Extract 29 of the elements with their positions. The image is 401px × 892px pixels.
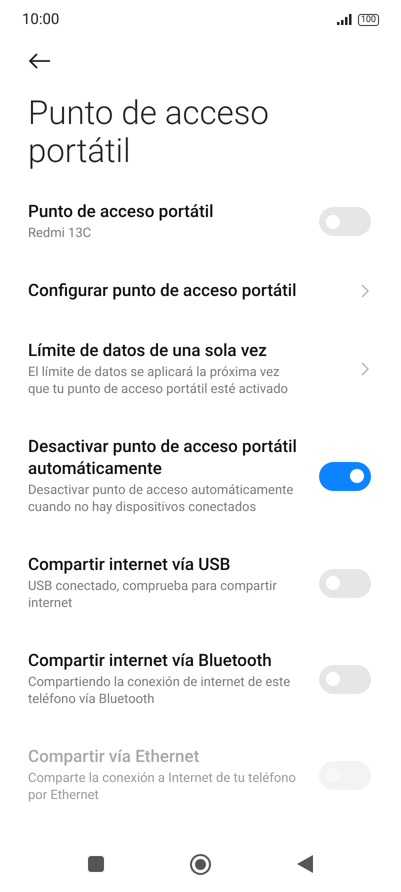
chevron-right-icon[interactable]: [361, 362, 369, 376]
triangle-left-icon: [297, 855, 313, 873]
back-button[interactable]: [28, 52, 52, 70]
toggle-switch[interactable]: [319, 207, 371, 236]
home-button[interactable]: [190, 854, 211, 874]
setting-description: Comparte la conexión a Internet de tu teléfono por Ethernet: [28, 770, 297, 804]
setting-description: Redmi 13C: [28, 225, 92, 242]
signal-icon: [336, 14, 354, 25]
status-time: 10:00: [22, 9, 60, 30]
setting-title: Límite de datos de una sola vez: [28, 340, 268, 362]
setting-title: Configurar punto de acceso portátil: [28, 280, 298, 302]
setting-description: Desactivar punto de acceso automáticamente cuando no hay dispositivos conectados: [28, 482, 294, 516]
setting-title: Desactivar punto de acceso portátil automáticamente: [28, 436, 298, 480]
back-arrow-icon: [28, 52, 52, 70]
setting-title: Compartir internet vía USB: [28, 554, 232, 576]
setting-description: Compartiendo la conexión de internet de este teléfono vía Bluetooth: [28, 674, 292, 708]
setting-description: USB conectado, comprueba para compartir internet: [28, 578, 278, 612]
setting-title: Punto de acceso portátil: [28, 201, 214, 223]
setting-description: El límite de datos se aplicará la próxima vez que tu punto de acceso portátil esté activado: [28, 364, 289, 398]
battery-icon: 100: [358, 14, 379, 26]
setting-title: Compartir vía Ethernet: [28, 746, 200, 768]
recents-button[interactable]: [88, 856, 104, 872]
toggle-switch[interactable]: [319, 664, 371, 694]
back-nav-button[interactable]: [297, 855, 313, 873]
toggle-switch[interactable]: [319, 568, 371, 598]
page-title: Punto de acceso portátil: [27, 95, 270, 171]
toggle-switch[interactable]: [319, 462, 371, 490]
setting-title: Compartir internet vía Bluetooth: [28, 650, 273, 672]
chevron-right-icon[interactable]: [361, 284, 369, 298]
